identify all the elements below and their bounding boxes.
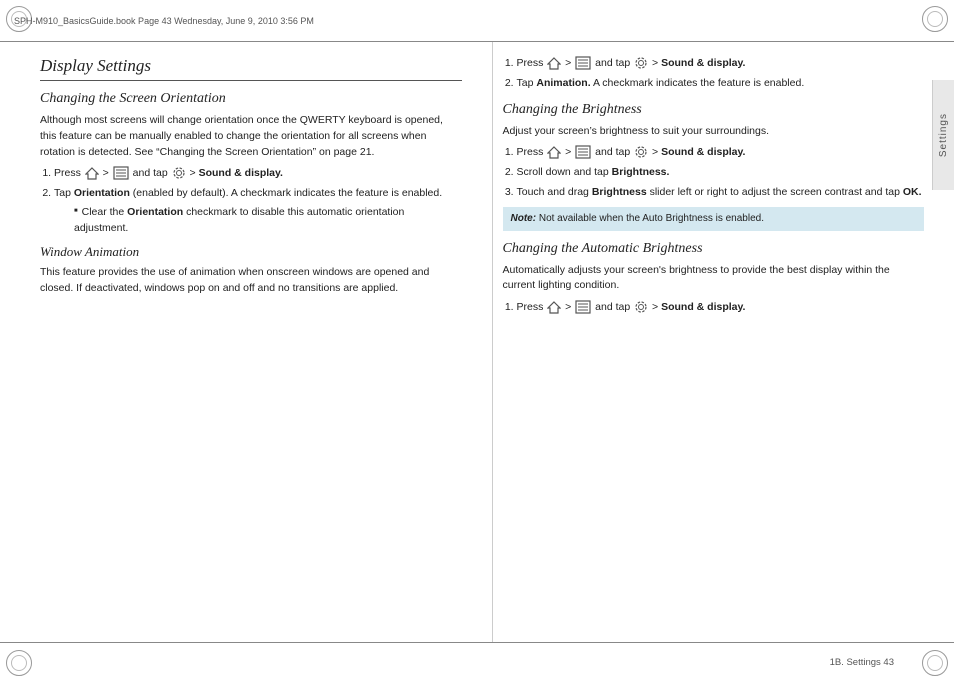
auto-brightness-steps: Press > and tap [503,300,925,316]
main-content: Display Settings Changing the Screen Ori… [40,42,924,642]
note-box: Note: Not available when the Auto Bright… [503,207,925,231]
menu-icon-ab1 [575,300,591,314]
auto-bright-step-1: Press > and tap [517,300,925,316]
header-label: SPH-M910_BasicsGuide.book Page 43 Wednes… [14,16,314,26]
gear-icon-ab1 [634,300,648,314]
settings-tab: Settings [932,80,954,190]
section2-body: This feature provides the use of animati… [40,265,462,297]
home-icon-ab1 [547,300,561,314]
bright-step-1: Press > and tap [517,145,925,161]
anim-step-1: Press > and tap [517,56,925,72]
home-icon-b1 [547,145,561,159]
step-1: Press > and tap [54,166,462,182]
menu-icon-r1 [575,56,591,70]
bullet-list: Clear the Orientation checkmark to disab… [54,205,462,237]
home-icon [85,166,99,180]
step-2: Tap Orientation (enabled by default). A … [54,186,462,236]
left-column: Display Settings Changing the Screen Ori… [40,42,472,642]
section1-title: Changing the Screen Orientation [40,91,462,107]
bright-step-3: Touch and drag Brightness slider left or… [517,185,925,201]
right-column: Press > and tap [492,42,925,642]
page-title: Display Settings [40,56,462,81]
menu-icon [113,166,129,180]
brightness-body: Adjust your screen’s brightness to suit … [503,124,925,140]
section2-title: Window Animation [40,244,462,260]
bright-step-2: Scroll down and tap Brightness. [517,165,925,181]
auto-brightness-title: Changing the Automatic Brightness [503,241,925,257]
brightness-title: Changing the Brightness [503,102,925,118]
brightness-steps: Press > and tap [503,145,925,200]
settings-tab-label: Settings [938,113,949,157]
section1-steps: Press > and tap [40,166,462,236]
gear-icon-r1 [634,56,648,70]
note-text: Not available when the Auto Brightness i… [539,213,764,224]
top-bar: SPH-M910_BasicsGuide.book Page 43 Wednes… [0,0,954,42]
auto-brightness-body: Automatically adjusts your screen's brig… [503,263,925,295]
note-label: Note: [511,213,537,224]
section1-body: Although most screens will change orient… [40,113,462,160]
gear-icon [172,166,186,180]
gear-icon-b1 [634,145,648,159]
footer-page-info: 1B. Settings 43 [830,657,894,668]
bottom-bar: 1B. Settings 43 [0,642,954,682]
anim-step-2: Tap Animation. A checkmark indicates the… [517,76,925,92]
home-icon-r1 [547,56,561,70]
bullet-item-1: Clear the Orientation checkmark to disab… [74,205,462,237]
page-container: SPH-M910_BasicsGuide.book Page 43 Wednes… [0,0,954,682]
window-anim-steps: Press > and tap [503,56,925,92]
menu-icon-b1 [575,145,591,159]
